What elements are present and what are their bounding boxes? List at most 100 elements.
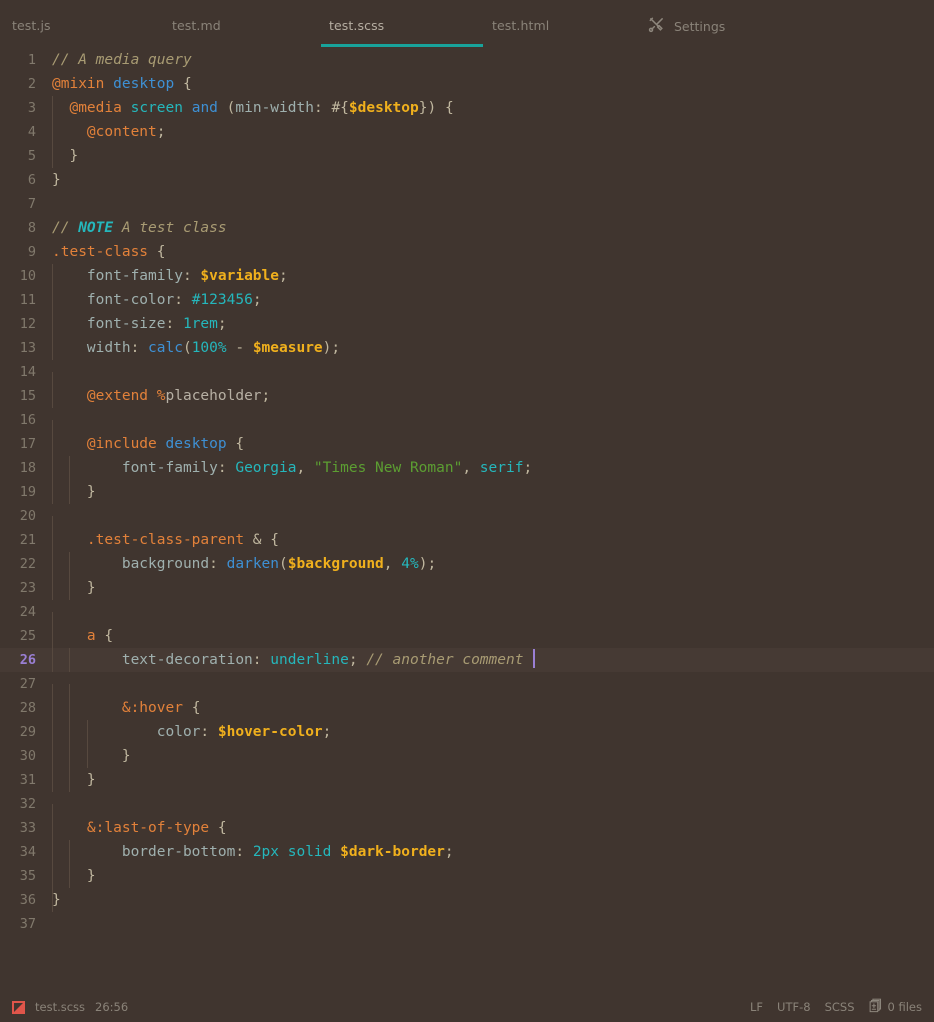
token-punc: { <box>270 532 279 548</box>
token-punc: } <box>52 172 61 188</box>
code-line[interactable]: 16 <box>0 408 934 444</box>
token-punc: - <box>226 340 253 356</box>
token-selector: a <box>86 628 96 644</box>
code-line[interactable]: 21 .test-class-parent & { <box>0 528 934 552</box>
code-line[interactable]: 4 @content; <box>0 120 934 144</box>
code-line[interactable]: 25 a { <box>0 624 934 648</box>
code-line-content[interactable]: // NOTE A test class <box>36 216 934 240</box>
token-punc: ; <box>444 844 454 860</box>
code-line-content[interactable]: color: $hover-color; <box>36 720 934 744</box>
token-amp: & <box>121 700 131 716</box>
token-punc: { <box>217 820 227 836</box>
code-line[interactable]: 6} <box>0 168 934 192</box>
code-line[interactable]: 18 font-family: Georgia, "Times New Roma… <box>0 456 934 480</box>
code-line[interactable]: 36} <box>0 888 934 912</box>
line-number: 13 <box>19 340 36 356</box>
token-note: NOTE <box>78 220 114 236</box>
code-line[interactable]: 14 <box>0 360 934 396</box>
code-line-content[interactable]: @media screen and (min-width: #{$desktop… <box>36 96 934 120</box>
tab-test-html[interactable]: test.html <box>492 18 549 33</box>
code-line[interactable]: 12 font-size: 1rem; <box>0 312 934 336</box>
status-encoding[interactable]: UTF-8 <box>777 1000 811 1014</box>
code-line[interactable]: 32 <box>0 792 934 828</box>
code-line[interactable]: 3 @media screen and (min-width: #{$deskt… <box>0 96 934 120</box>
code-line-content[interactable]: &:last-of-type { <box>36 816 934 840</box>
code-line-content[interactable]: @content; <box>36 120 934 144</box>
code-line-content[interactable]: .test-class-parent & { <box>36 528 934 552</box>
code-line[interactable]: 2 @mixin desktop { <box>0 72 934 96</box>
status-line-ending[interactable]: LF <box>750 1000 763 1014</box>
code-line[interactable]: 7 <box>0 192 934 216</box>
code-line-content[interactable]: } <box>36 480 934 504</box>
token-func: darken <box>226 556 280 572</box>
tab-test-js[interactable]: test.js <box>12 18 51 33</box>
code-line[interactable]: 20 <box>0 504 934 540</box>
code-line-content[interactable]: } <box>36 144 934 168</box>
code-line[interactable]: 23 } <box>0 576 934 600</box>
code-line[interactable]: 30 } <box>0 744 934 768</box>
code-line[interactable]: 8// NOTE A test class <box>0 216 934 240</box>
code-line-content[interactable]: // A media query <box>36 48 934 72</box>
code-line[interactable]: 5 } <box>0 144 934 168</box>
code-line-content[interactable]: } <box>36 576 934 600</box>
code-line[interactable]: 26 text-decoration: underline; // anothe… <box>0 648 934 672</box>
code-line-content[interactable]: @mixin desktop { <box>36 72 934 96</box>
code-line-content[interactable]: } <box>36 864 934 888</box>
code-line-content[interactable]: } <box>36 168 934 192</box>
code-line[interactable]: 11 font-color: #123456; <box>0 288 934 312</box>
token-punc: { <box>191 700 201 716</box>
code-line[interactable]: 1 // A media query <box>0 48 934 72</box>
code-line-content[interactable]: background: darken($background, 4%); <box>36 552 934 576</box>
status-filename[interactable]: test.scss <box>35 1000 85 1014</box>
indent-guide <box>52 288 53 312</box>
status-cursor-position[interactable]: 26:56 <box>95 1000 128 1014</box>
code-line-content[interactable]: width: calc(100% - $measure); <box>36 336 934 360</box>
code-line-content[interactable]: @extend %placeholder; <box>36 384 934 408</box>
code-line-content[interactable]: } <box>36 888 934 912</box>
code-editor-area[interactable]: 1// A media query 2 @mixin desktop {3 @med… <box>0 48 934 992</box>
status-language[interactable]: SCSS <box>825 1000 855 1014</box>
line-number: 21 <box>19 532 36 548</box>
tab-test-scss[interactable]: test.scss <box>329 18 384 33</box>
indent-guide <box>52 720 53 744</box>
code-line[interactable]: 19 } <box>0 480 934 504</box>
code-line[interactable]: 35 } <box>0 864 934 888</box>
code-line[interactable]: 9 .test-class { <box>0 240 934 264</box>
code-line-content[interactable]: text-decoration: underline; // another c… <box>36 648 934 672</box>
code-line-content[interactable]: font-family: Georgia, "Times New Roman",… <box>36 456 934 480</box>
indent-guide <box>69 648 71 672</box>
code-line[interactable]: 28 &:hover { <box>0 696 934 720</box>
code-line-content[interactable]: a { <box>36 624 934 648</box>
settings-button[interactable]: Settings <box>648 16 725 37</box>
code-line[interactable]: 33 &:last-of-type { <box>0 816 934 840</box>
code-line-content[interactable]: border-bottom: 2px solid $dark-border; <box>36 840 934 864</box>
code-line-content[interactable]: } <box>36 768 934 792</box>
code-line[interactable]: 29 color: $hover-color; <box>0 720 934 744</box>
code-line[interactable]: 34 border-bottom: 2px solid $dark-border… <box>0 840 934 864</box>
code-line-content[interactable]: font-size: 1rem; <box>36 312 934 336</box>
code-line-content[interactable]: .test-class { <box>36 240 934 264</box>
code-line[interactable]: 13 width: calc(100% - $measure); <box>0 336 934 360</box>
code-line-content[interactable]: &:hover { <box>36 696 934 720</box>
code-line[interactable]: 37 <box>0 912 934 936</box>
code-line-content[interactable]: font-family: $variable; <box>36 264 934 288</box>
code-line[interactable]: 27 <box>0 672 934 708</box>
token-var: $variable <box>200 268 279 284</box>
code-line[interactable]: 17 @include desktop { <box>0 432 934 456</box>
code-line-content[interactable]: @include desktop { <box>36 432 934 456</box>
code-line[interactable]: 31 } <box>0 768 934 792</box>
code-line[interactable]: 22 background: darken($background, 4%); <box>0 552 934 576</box>
code-line[interactable]: 10 font-family: $variable; <box>0 264 934 288</box>
git-files-button[interactable]: 0 files <box>869 998 922 1016</box>
token-comment: A test class <box>113 220 227 236</box>
code-line[interactable]: 15 @extend %placeholder; <box>0 384 934 408</box>
code-line-content[interactable]: } <box>36 744 934 768</box>
code-line-content[interactable]: font-color: #123456; <box>36 288 934 312</box>
tab-test-md[interactable]: test.md <box>172 18 221 33</box>
code-line[interactable]: 24 <box>0 600 934 636</box>
indent-guide <box>69 840 71 864</box>
token-at: @include <box>86 436 157 452</box>
